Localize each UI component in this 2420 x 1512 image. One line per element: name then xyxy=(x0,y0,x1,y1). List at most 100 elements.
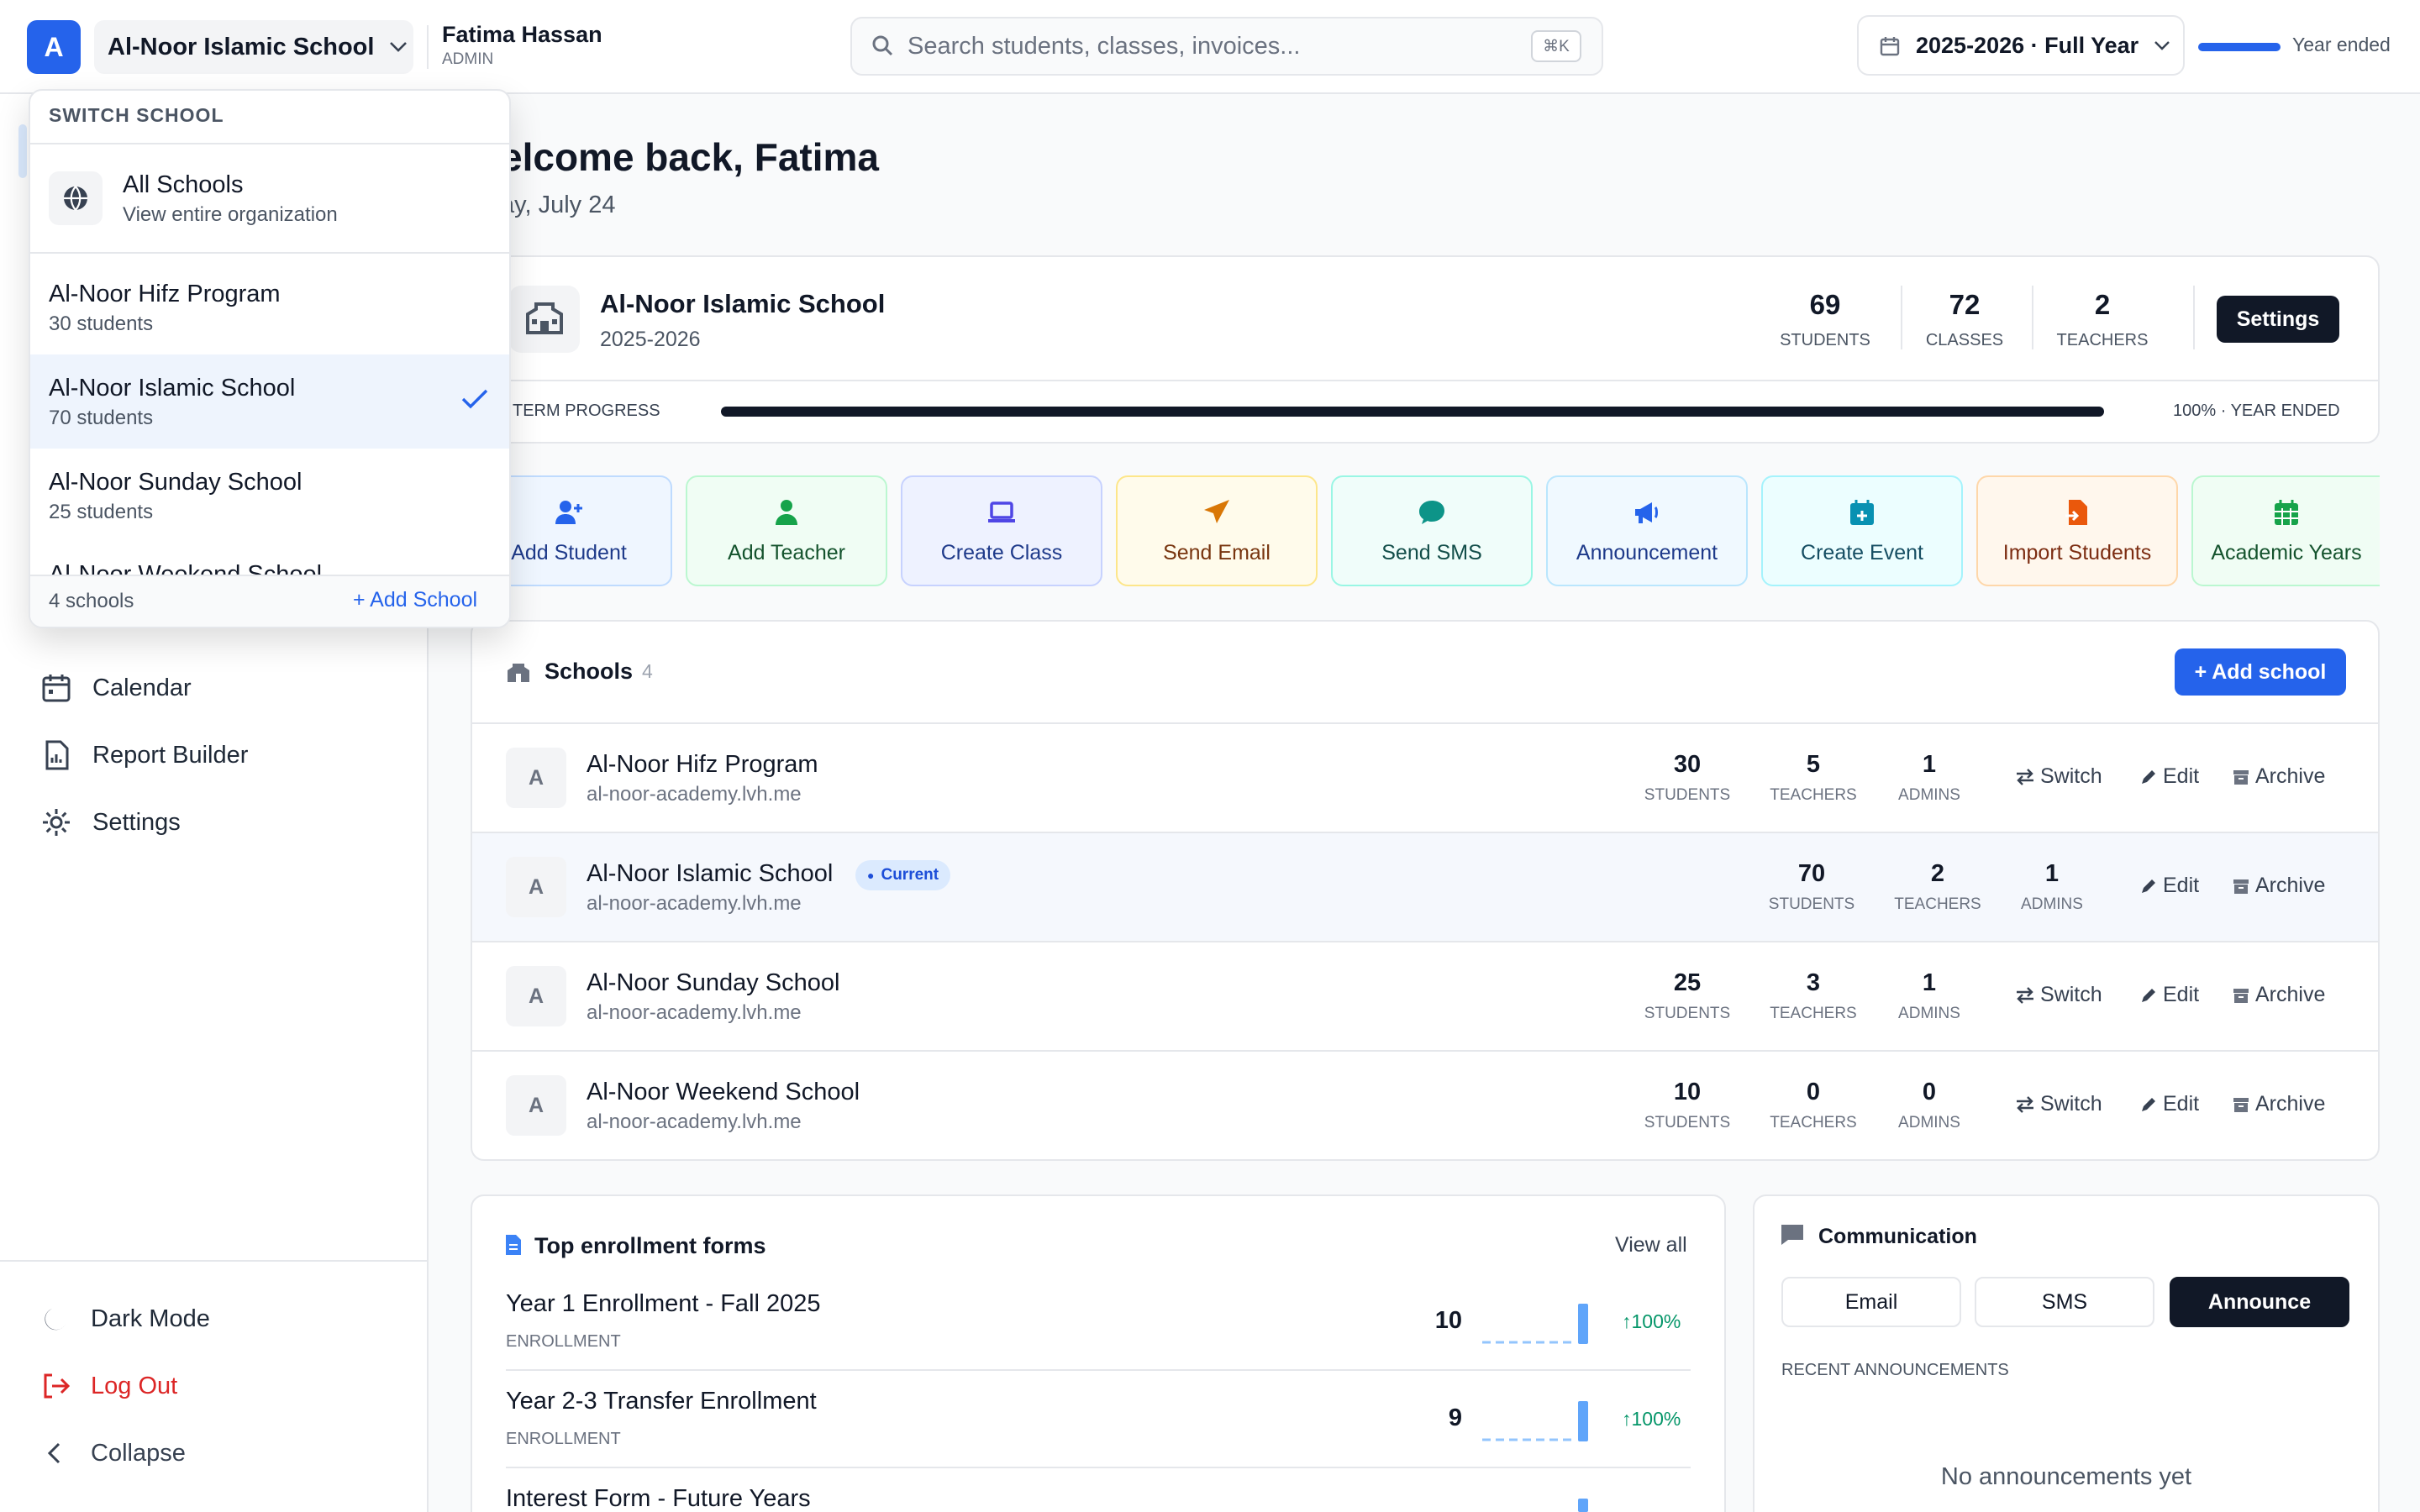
edit-button[interactable]: Edit xyxy=(2139,874,2199,898)
edit-label: Edit xyxy=(2163,764,2200,788)
archive-button[interactable]: Archive xyxy=(2232,983,2325,1007)
quick-action-announcement[interactable]: Announcement xyxy=(1546,475,1748,586)
collapse-label: Collapse xyxy=(91,1439,186,1467)
edit-button[interactable]: Edit xyxy=(2139,983,2199,1007)
paper-plane-icon xyxy=(1202,497,1232,528)
teacher-icon xyxy=(771,497,802,528)
edit-button[interactable]: Edit xyxy=(2139,1092,2199,1116)
sidebar-item-report-builder[interactable]: Report Builder xyxy=(40,739,248,771)
school-teachers-value: 2 xyxy=(1930,860,1945,887)
tab-sms[interactable]: SMS xyxy=(1975,1277,2154,1327)
form-change-value: 100% xyxy=(1631,1408,1681,1430)
quick-action-label: Add Teacher xyxy=(728,540,845,564)
school-teachers-label: TEACHERS xyxy=(1894,895,1981,913)
dropdown-option-name: Al-Noor Sunday School xyxy=(49,469,302,496)
school-selector[interactable]: Al-Noor Islamic School xyxy=(94,20,413,74)
settings-button[interactable]: Settings xyxy=(2217,296,2339,343)
archive-label: Archive xyxy=(2255,1092,2326,1116)
collapse-button[interactable]: Collapse xyxy=(40,1438,186,1468)
search-input[interactable]: Search students, classes, invoices... xyxy=(850,17,1603,76)
school-row-domain: al-noor-academy.lvh.me xyxy=(587,892,802,915)
pencil-icon xyxy=(2142,1097,2155,1111)
quick-action-label: Send Email xyxy=(1163,540,1270,564)
view-all-link[interactable]: View all xyxy=(1615,1233,1687,1257)
quick-action-label: Academic Years xyxy=(2211,540,2362,564)
quick-action-label: Import Students xyxy=(2002,540,2152,564)
dropdown-option-sub: 30 students xyxy=(49,312,154,335)
switch-button[interactable]: Switch xyxy=(2015,764,2102,789)
tab-announce[interactable]: Announce xyxy=(2170,1277,2349,1327)
add-school-link[interactable]: + Add School xyxy=(353,588,477,612)
divider xyxy=(30,252,509,254)
school-name: Al-Noor Islamic School xyxy=(600,289,886,318)
school-admins-label: ADMINS xyxy=(1898,1005,1960,1022)
archive-icon xyxy=(2233,879,2249,894)
dark-mode-toggle[interactable]: Dark Mode xyxy=(40,1304,210,1334)
archive-button[interactable]: Archive xyxy=(2232,874,2325,898)
sidebar-item-label: Report Builder xyxy=(92,741,249,769)
logout-icon xyxy=(44,1373,71,1399)
add-school-button[interactable]: + Add school xyxy=(2175,648,2346,696)
school-students-value: 10 xyxy=(1673,1079,1702,1105)
school-teachers-label: TEACHERS xyxy=(1770,786,1857,804)
logout-button[interactable]: Log Out xyxy=(40,1371,177,1401)
school-admins-value: 1 xyxy=(1922,751,1937,778)
form-name: Interest Form - Future Years xyxy=(506,1485,811,1512)
shortcut-hint: ⌘K xyxy=(1531,30,1581,62)
edit-label: Edit xyxy=(2163,983,2200,1006)
quick-action-academic-years[interactable]: Academic Years xyxy=(2191,475,2380,586)
school-students-value: 30 xyxy=(1673,751,1702,778)
stat-classes-value: 72 xyxy=(1949,289,1981,320)
tab-email[interactable]: Email xyxy=(1781,1277,1961,1327)
school-teachers-value: 3 xyxy=(1806,969,1821,996)
sidebar-item-label: Calendar xyxy=(92,674,192,701)
search-placeholder: Search students, classes, invoices... xyxy=(908,32,1301,60)
quick-action-send-sms[interactable]: Send SMS xyxy=(1331,475,1533,586)
dropdown-option-weekend[interactable]: Al-Noor Weekend School xyxy=(30,543,509,575)
archive-button[interactable]: Archive xyxy=(2232,764,2325,789)
school-students-label: STUDENTS xyxy=(1644,1005,1731,1022)
form-count: 9 xyxy=(1448,1404,1462,1431)
schools-panel-title: Schools xyxy=(544,659,634,684)
switch-button[interactable]: Switch xyxy=(2015,1092,2102,1116)
year-progress-bar xyxy=(2198,43,2281,51)
current-badge-label: Current xyxy=(881,866,939,884)
academic-year-label: 2025-2026 · Full Year xyxy=(1916,32,2139,58)
academic-year-selector[interactable]: 2025-2026 · Full Year xyxy=(1857,15,2185,76)
school-teachers-label: TEACHERS xyxy=(1770,1005,1857,1022)
quick-action-create-class[interactable]: Create Class xyxy=(901,475,1102,586)
divider xyxy=(506,1467,1691,1468)
school-row-domain: al-noor-academy.lvh.me xyxy=(587,1110,802,1133)
megaphone-icon xyxy=(1632,497,1662,528)
school-students-label: STUDENTS xyxy=(1644,786,1731,804)
switch-button[interactable]: Switch xyxy=(2015,983,2102,1007)
dropdown-heading: SWITCH SCHOOL xyxy=(49,104,224,126)
switch-label: Switch xyxy=(2040,983,2102,1006)
moon-icon xyxy=(45,1309,66,1331)
chevron-left-icon xyxy=(47,1442,60,1464)
archive-button[interactable]: Archive xyxy=(2232,1092,2325,1116)
pencil-icon xyxy=(2142,879,2155,893)
quick-action-add-teacher[interactable]: Add Teacher xyxy=(686,475,887,586)
add-user-icon xyxy=(554,497,584,528)
school-teachers-value: 0 xyxy=(1806,1079,1821,1105)
switch-icon xyxy=(2017,986,2033,1004)
logout-label: Log Out xyxy=(91,1372,178,1399)
user-role: ADMIN xyxy=(442,50,494,68)
school-building-icon xyxy=(508,664,529,682)
school-admins-value: 0 xyxy=(1922,1079,1937,1105)
dropdown-option-sub: 25 students xyxy=(49,501,154,523)
sidebar-item-settings[interactable]: Settings xyxy=(40,806,181,838)
org-logo[interactable]: A xyxy=(27,20,81,74)
sidebar-item-calendar[interactable]: Calendar xyxy=(40,672,192,704)
quick-action-send-email[interactable]: Send Email xyxy=(1116,475,1318,586)
divider xyxy=(2032,286,2033,349)
school-selector-label: Al-Noor Islamic School xyxy=(108,33,375,60)
quick-action-create-event[interactable]: Create Event xyxy=(1761,475,1963,586)
edit-button[interactable]: Edit xyxy=(2139,764,2199,789)
pencil-icon xyxy=(2142,988,2155,1002)
school-admins-label: ADMINS xyxy=(1898,1114,1960,1131)
switch-label: Switch xyxy=(2040,1092,2102,1116)
quick-action-label: Add Student xyxy=(511,540,627,564)
quick-action-import-students[interactable]: Import Students xyxy=(1976,475,2178,586)
